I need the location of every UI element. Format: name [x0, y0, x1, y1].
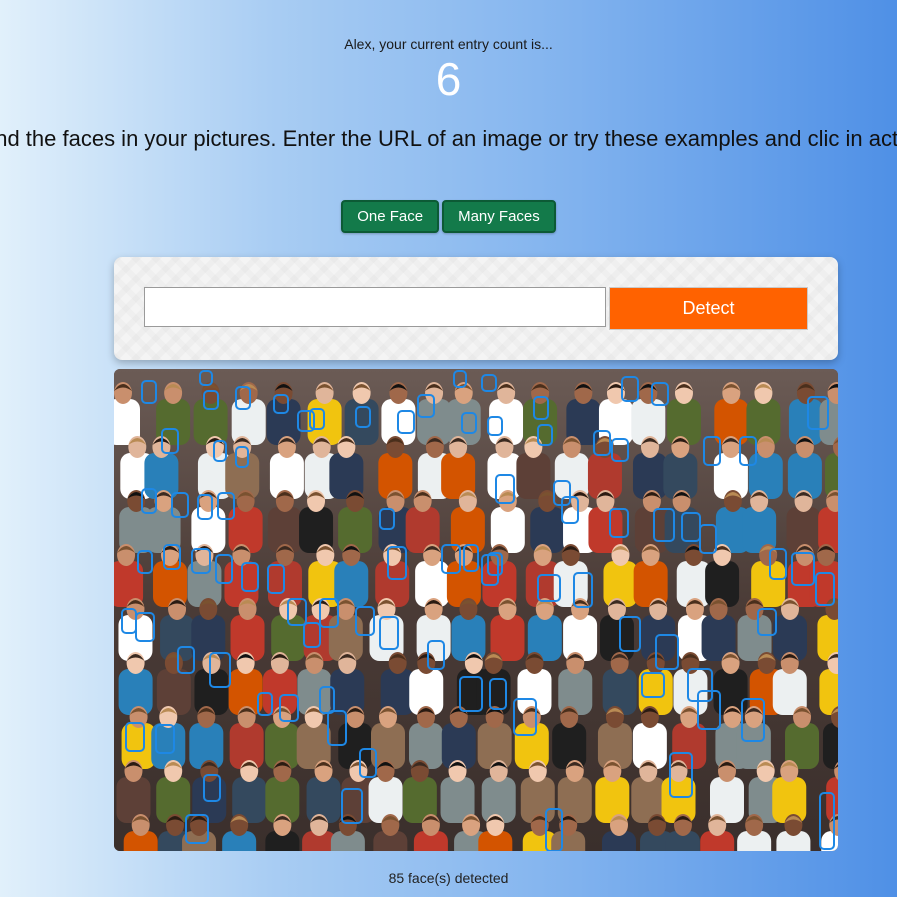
- greeting-text: Alex, your current entry count is...: [344, 36, 553, 52]
- crowd-person-body: [638, 669, 673, 715]
- example-buttons: One Face Many Faces: [0, 200, 897, 233]
- one-face-button[interactable]: One Face: [341, 200, 440, 233]
- crowd-person-body: [375, 561, 410, 607]
- crowd-person-body: [822, 723, 838, 769]
- crowd-person-body: [334, 561, 369, 607]
- crowd-person-body: [451, 615, 486, 661]
- many-faces-button[interactable]: Many Faces: [442, 200, 556, 233]
- detection-status: 85 face(s) detected: [388, 870, 509, 886]
- crowd-person-body: [514, 723, 549, 769]
- url-form-card: Detect: [114, 257, 838, 360]
- crowd-person-body: [409, 723, 444, 769]
- crowd-person-body: [552, 723, 587, 769]
- crowd-image: [114, 369, 838, 851]
- crowd-person-body: [156, 669, 191, 715]
- entry-count: 6: [435, 53, 462, 105]
- crowd-person-body: [558, 669, 593, 715]
- result-image: [114, 369, 838, 851]
- image-url-input[interactable]: [144, 287, 606, 327]
- intro-text: ill find the faces in your pictures. Ent…: [0, 126, 897, 151]
- detect-button[interactable]: Detect: [609, 287, 808, 330]
